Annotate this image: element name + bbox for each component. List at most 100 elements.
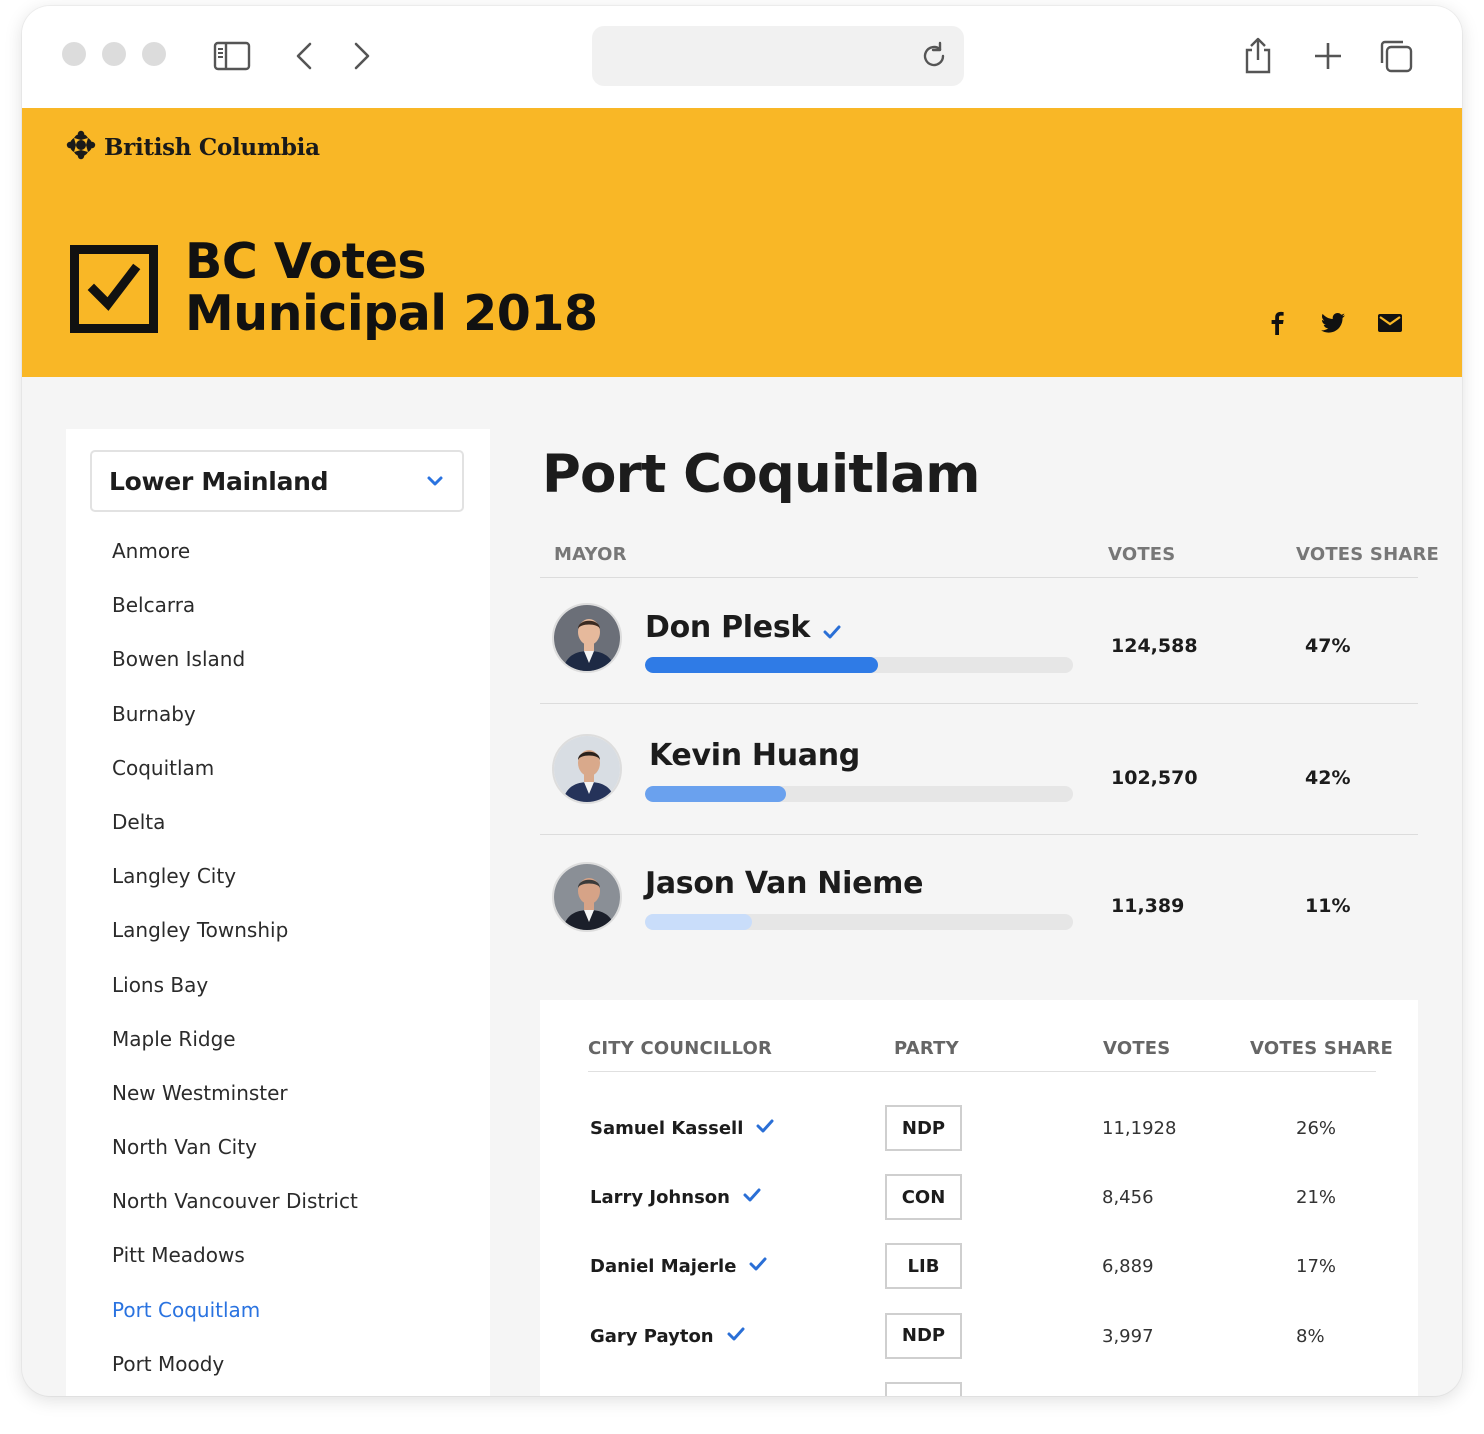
email-icon[interactable] bbox=[1375, 308, 1405, 338]
sidebar-item[interactable]: Pitt Meadows bbox=[112, 1237, 358, 1291]
municipality-sidebar: Lower Mainland Anmore Belcarra Bowen Islan… bbox=[66, 429, 490, 1396]
elected-check-icon bbox=[729, 1395, 749, 1396]
councillor-share: 26% bbox=[1296, 1118, 1337, 1139]
table-row[interactable]: Larry Johnson CON 8,456 21% bbox=[540, 1167, 1418, 1236]
avatar bbox=[552, 603, 622, 673]
candidate-name-text: Don Plesk bbox=[645, 610, 811, 645]
candidate-name: Jason Van Nieme bbox=[645, 866, 923, 901]
candidate-name: Kevin Huang bbox=[649, 738, 860, 773]
candidate-votes: 11,389 bbox=[1111, 895, 1185, 917]
council-share-header: VOTES SHARE bbox=[1250, 1038, 1394, 1059]
councillor-votes: 2,586 bbox=[1102, 1395, 1154, 1396]
mayor-candidate-row: Don Plesk 124,588 47% bbox=[540, 579, 1418, 709]
sidebar-item[interactable]: Belcarra bbox=[112, 587, 358, 641]
divider bbox=[540, 703, 1418, 704]
candidate-name-text: Jason Van Nieme bbox=[645, 866, 924, 901]
sidebar-item[interactable]: Delta bbox=[112, 804, 358, 858]
table-row[interactable]: Daniel Majerle LIB 6,889 17% bbox=[540, 1236, 1418, 1305]
councillor-name-text: Gary Payton bbox=[590, 1325, 714, 1347]
elected-check-icon bbox=[822, 613, 842, 648]
back-icon[interactable] bbox=[290, 38, 318, 74]
mayor-candidate-row: Kevin Huang 102,570 42% bbox=[540, 708, 1418, 838]
table-row[interactable]: Gary Payton NDP 3,997 8% bbox=[540, 1306, 1418, 1375]
region-select-value: Lower Mainland bbox=[109, 467, 329, 496]
sidebar-item[interactable]: Burnaby bbox=[112, 696, 358, 750]
tabs-overview-icon[interactable] bbox=[1376, 36, 1416, 76]
sidebar-item[interactable]: Maple Ridge bbox=[112, 1021, 358, 1075]
sidebar-item[interactable]: Langley City bbox=[112, 858, 358, 912]
councillor-share: 7% bbox=[1296, 1395, 1325, 1396]
sidebar-item[interactable]: Langley Township bbox=[112, 912, 358, 966]
councillor-name-text: Daniel Majerle bbox=[590, 1256, 737, 1278]
facebook-icon[interactable] bbox=[1262, 308, 1292, 338]
councillor-name: Daniel Majerle bbox=[590, 1256, 768, 1277]
candidate-share: 47% bbox=[1305, 635, 1351, 657]
elected-check-icon bbox=[755, 1118, 775, 1139]
window-minimize-button[interactable] bbox=[102, 42, 126, 66]
browser-window: British Columbia BC Votes Municipal 2018… bbox=[22, 6, 1462, 1396]
municipality-list: Anmore Belcarra Bowen Island Burnaby Coquitl… bbox=[112, 533, 358, 1396]
mayor-candidate-row: Jason Van Nieme 11,389 11% bbox=[540, 836, 1418, 966]
reload-icon[interactable] bbox=[918, 40, 950, 72]
candidate-name: Don Plesk bbox=[645, 607, 842, 648]
elected-check-icon bbox=[726, 1326, 746, 1347]
new-tab-icon[interactable] bbox=[1310, 38, 1346, 74]
councillor-votes: 6,889 bbox=[1102, 1256, 1154, 1278]
candidate-votes: 102,570 bbox=[1111, 767, 1198, 789]
councillor-column-header: CITY COUNCILLOR bbox=[588, 1038, 773, 1059]
avatar bbox=[552, 734, 622, 804]
avatar bbox=[552, 862, 622, 932]
party-badge: CON bbox=[885, 1174, 962, 1221]
party-badge: NDP bbox=[885, 1105, 962, 1151]
forward-icon[interactable] bbox=[348, 38, 376, 74]
address-bar[interactable] bbox=[592, 26, 964, 86]
elected-check-icon bbox=[748, 1256, 768, 1277]
councillor-share: 21% bbox=[1296, 1187, 1337, 1209]
party-badge: NDP bbox=[885, 1312, 962, 1359]
sidebar-item[interactable]: Anmore bbox=[112, 533, 358, 587]
councillor-share: 8% bbox=[1296, 1325, 1325, 1347]
cbc-brand[interactable]: British Columbia bbox=[66, 130, 320, 164]
councillor-name: Samuel Kassell bbox=[590, 1118, 775, 1139]
councillor-share: 17% bbox=[1296, 1256, 1337, 1278]
candidate-share: 42% bbox=[1305, 767, 1351, 789]
vote-share-bar bbox=[645, 657, 1073, 673]
councillor-name-text: Samuel Kassell bbox=[590, 1118, 744, 1139]
brand-label: British Columbia bbox=[104, 133, 320, 161]
councillor-votes: 11,1928 bbox=[1102, 1118, 1177, 1139]
site-title-line1: BC Votes bbox=[185, 233, 427, 290]
sidebar-item[interactable]: North Vancouver District bbox=[112, 1183, 358, 1237]
mayor-share-header: VOTES SHARE bbox=[1296, 544, 1440, 565]
twitter-icon[interactable] bbox=[1318, 308, 1348, 338]
candidate-name-text: Kevin Huang bbox=[649, 738, 860, 773]
site-title-line2: Municipal 2018 bbox=[185, 285, 598, 342]
region-select[interactable]: Lower Mainland bbox=[90, 450, 464, 512]
window-zoom-button[interactable] bbox=[142, 42, 166, 66]
table-row[interactable]: Bill Lambeer CON 2,586 7% bbox=[540, 1375, 1418, 1396]
table-row[interactable]: Samuel Kassell NDP 11,1928 26% bbox=[540, 1098, 1418, 1167]
divider bbox=[540, 834, 1418, 835]
divider bbox=[540, 577, 1418, 578]
sidebar-item[interactable]: Port Coquitlam bbox=[112, 1292, 358, 1346]
window-close-button[interactable] bbox=[62, 42, 86, 66]
council-votes-header: VOTES bbox=[1103, 1038, 1171, 1059]
sidebar-toggle-icon[interactable] bbox=[212, 38, 252, 74]
mayor-votes-header: VOTES bbox=[1108, 544, 1176, 565]
council-results-card: CITY COUNCILLOR PARTY VOTES VOTES SHARE … bbox=[540, 1000, 1418, 1396]
page-title: Port Coquitlam bbox=[542, 444, 980, 505]
sidebar-item[interactable]: North Van City bbox=[112, 1129, 358, 1183]
councillor-name-text: Larry Johnson bbox=[590, 1187, 730, 1209]
mayor-column-header: MAYOR bbox=[554, 544, 627, 565]
councillor-votes: 3,997 bbox=[1102, 1325, 1154, 1347]
sidebar-item[interactable]: Lions Bay bbox=[112, 967, 358, 1021]
ballot-check-icon bbox=[70, 245, 158, 333]
vote-share-bar-fill bbox=[645, 786, 787, 802]
sidebar-item[interactable]: Port Moody bbox=[112, 1346, 358, 1396]
divider bbox=[588, 1071, 1376, 1072]
sidebar-item[interactable]: Coquitlam bbox=[112, 750, 358, 804]
site-title[interactable]: BC Votes Municipal 2018 bbox=[185, 236, 598, 340]
councillor-votes: 8,456 bbox=[1102, 1187, 1154, 1209]
sidebar-item[interactable]: Bowen Island bbox=[112, 641, 358, 695]
share-icon[interactable] bbox=[1240, 34, 1276, 78]
sidebar-item[interactable]: New Westminster bbox=[112, 1075, 358, 1129]
